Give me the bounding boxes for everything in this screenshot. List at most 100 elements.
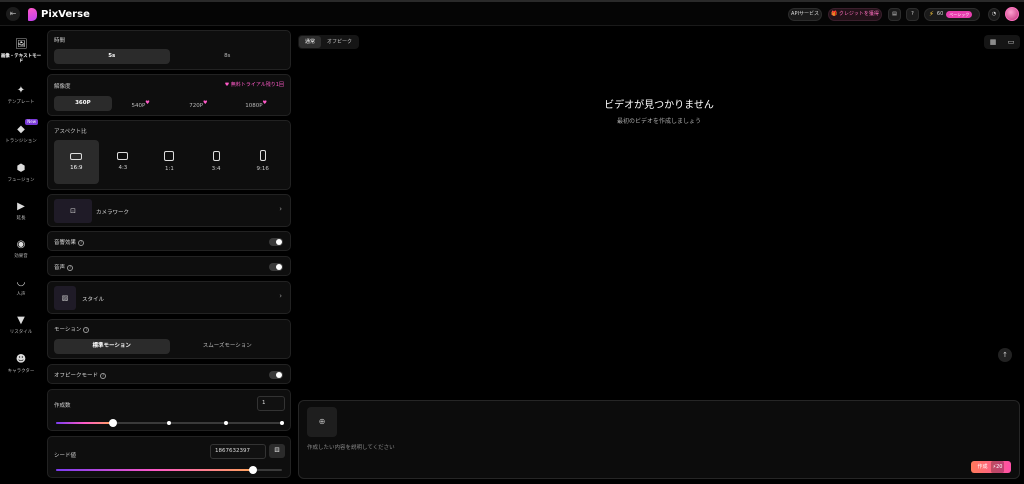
voice-row: 音声? [47, 256, 291, 276]
motion-selector: 標準モーション スムーズモーション [54, 339, 285, 354]
nav-item-extend[interactable]: ▶ 延長 [0, 201, 42, 235]
nav-item-image-text[interactable]: 🖼 画像・テキストモード [0, 39, 42, 73]
prompt-input[interactable]: 作成したい内容を説明してください [307, 443, 395, 451]
sound-effects-toggle[interactable] [269, 238, 283, 246]
app-logo[interactable]: PixVerse [28, 7, 90, 21]
collapse-sidebar-icon[interactable]: ⇤ [6, 7, 20, 21]
nav-label: トランジション [5, 139, 37, 144]
voice-text: 音声 [54, 265, 66, 271]
count-slider-step[interactable] [167, 421, 171, 425]
voice-toggle[interactable] [269, 263, 283, 271]
earn-credits-button[interactable]: 🎁 クレジットを獲得 [828, 8, 882, 21]
help-icon[interactable]: ? [906, 8, 919, 21]
nav-label: 効果音 [14, 254, 28, 259]
help-circle-icon[interactable]: ? [78, 239, 85, 246]
nav-item-sound-effects[interactable]: ◉ 効果音 [0, 239, 42, 273]
resolution-label: 1080P [245, 102, 263, 109]
camera-work-row[interactable]: ⊡ カメラワーク › [47, 194, 291, 227]
heart-icon: ♥ [262, 100, 268, 106]
user-avatar[interactable] [1005, 7, 1019, 21]
brush-icon: ▼ [17, 315, 25, 326]
aspect-option-16-9[interactable]: 16:9 [54, 140, 99, 184]
motion-title: モーション? [54, 325, 90, 333]
video-extend-icon: ▶ [17, 201, 25, 212]
motion-option-smooth[interactable]: スムーズモーション [170, 339, 286, 354]
heart-icon: ♥ [203, 100, 208, 106]
count-input[interactable]: 1 [257, 396, 285, 411]
count-slider-step[interactable] [280, 421, 284, 425]
heart-icon: ♥ [224, 82, 230, 88]
view-toggle: ▦ ▭ [984, 35, 1020, 49]
aspect-option-4-3[interactable]: 4:3 [101, 140, 146, 184]
offpeak-mode-label: オフピークモード? [54, 371, 107, 379]
pixverse-logo-icon [28, 7, 37, 21]
credit-balance[interactable]: ⚡ 60 ベーシック [924, 8, 980, 21]
motion-option-standard[interactable]: 標準モーション [54, 339, 170, 354]
help-circle-icon[interactable]: ? [83, 326, 90, 333]
motion-card: モーション? 標準モーション スムーズモーション [47, 319, 291, 359]
top-bar: ⇤ PixVerse APIサービス 🎁 クレジットを獲得 ▤ ? ⚡ 60 ベ… [0, 0, 1024, 26]
seed-input[interactable]: 1867632397 [210, 444, 266, 459]
aspect-option-3-4[interactable]: 3:4 [194, 140, 239, 184]
count-slider-step[interactable] [223, 421, 228, 425]
api-service-button[interactable]: APIサービス [788, 8, 822, 21]
nav-item-voice[interactable]: ◡ 人声 [0, 277, 42, 311]
offpeak-mode-text: オフピークモード [54, 373, 99, 379]
nav-label: 画像・テキストモード [0, 54, 42, 64]
resolution-option-1080p[interactable]: 1080P♥ [227, 96, 285, 111]
grid-view-icon[interactable]: ▦ [990, 38, 997, 46]
image-upload-icon[interactable]: ⊕ [307, 407, 337, 437]
resolution-card: 解像度 ♥ 無料トライアル残り1回 360P 540P♥ 720P♥ 1080P… [47, 74, 291, 116]
duration-option-5s[interactable]: 5s [54, 49, 170, 64]
nav-item-fusion[interactable]: ⬢ フュージョン [0, 163, 42, 197]
tab-normal[interactable]: 通常 [299, 36, 322, 48]
sound-effects-text: 音響効果 [54, 240, 77, 246]
image-icon: 🖼 [15, 39, 28, 50]
nav-label: テンプレート [7, 100, 35, 105]
aspect-option-9-16[interactable]: 9:16 [240, 140, 285, 184]
ratio-9-16-icon [259, 150, 266, 161]
aspect-option-1-1[interactable]: 1:1 [147, 140, 192, 184]
style-row[interactable]: ▨ スタイル › [47, 281, 291, 314]
nav-item-transition[interactable]: New ◆ トランジション [0, 119, 42, 158]
nav-label: リスタイル [9, 330, 33, 335]
count-slider-knob[interactable] [108, 419, 117, 427]
help-circle-icon[interactable]: ? [67, 264, 74, 271]
heart-icon: ♥ [145, 100, 150, 106]
tab-offpeak[interactable]: オフピーク [321, 36, 358, 48]
seed-card: シード値 1867632397 ⚅ [47, 436, 291, 478]
nav-item-character[interactable]: ☻ キャラクター [0, 354, 42, 388]
count-slider[interactable] [56, 419, 284, 427]
ratio-4-3-icon [117, 152, 129, 160]
scroll-to-top-icon[interactable]: ↑ [998, 348, 1012, 362]
resolution-option-540p[interactable]: 540P♥ [112, 96, 170, 111]
nav-item-templates[interactable]: ✦ テンプレート [0, 85, 42, 119]
seed-slider-knob[interactable] [248, 466, 257, 474]
sound-icon: ◉ [16, 239, 26, 250]
help-circle-icon[interactable]: ? [100, 372, 107, 379]
nav-label: 人声 [16, 292, 26, 297]
lips-icon: ◡ [16, 277, 26, 288]
count-title: 作成数 [54, 403, 71, 409]
offpeak-mode-toggle[interactable] [269, 371, 283, 379]
sound-effects-label: 音響効果? [54, 238, 85, 246]
nav-item-restyle[interactable]: ▼ リスタイル [0, 315, 42, 349]
ratio-label: 16:9 [70, 165, 83, 171]
aspect-ratio-selector: 16:9 4:3 1:1 3:4 9:16 [54, 140, 285, 184]
notification-icon[interactable]: ◔ [988, 8, 1000, 21]
camera-work-label: カメラワーク [96, 210, 130, 216]
list-view-icon[interactable]: ▭ [1008, 38, 1015, 46]
random-seed-icon[interactable]: ⚅ [269, 444, 285, 458]
resolution-option-720p[interactable]: 720P♥ [170, 96, 228, 111]
seed-slider-fill [56, 469, 253, 471]
resolution-option-360p[interactable]: 360P [54, 96, 112, 111]
ratio-label: 9:16 [256, 166, 269, 172]
create-button[interactable]: 作成 ⚡20 [971, 461, 1011, 473]
seed-slider[interactable] [56, 466, 282, 474]
library-icon[interactable]: ▤ [888, 8, 901, 21]
new-badge: New [25, 119, 38, 125]
seed-title: シード値 [54, 453, 77, 459]
count-slider-fill [56, 422, 113, 424]
chevron-right-icon: › [279, 292, 282, 300]
duration-option-8s[interactable]: 8s [170, 49, 286, 64]
